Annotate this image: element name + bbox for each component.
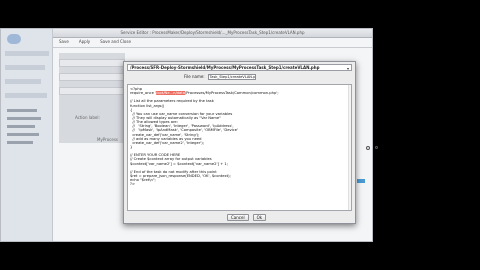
field-label: Action label: [75,115,100,120]
screen: Service Editor : ProcessMaker/Deploy/Sto… [0,0,480,270]
file-name-row: File name: Task_Step1/createVLAN.php [184,73,256,80]
file-path-text: /Process/SFR-Deploy-Stormshield/MyProces… [130,65,320,70]
app-sidebar [1,29,53,241]
toolbar-divider [53,47,372,48]
property-field[interactable] [59,73,125,81]
status-tag [357,179,365,183]
field-label: MyProcess [97,137,118,142]
save-button[interactable]: Save [59,39,69,45]
sidebar-nav-bar[interactable] [5,93,47,98]
editor-scrollbar[interactable] [348,85,351,210]
cloud-logo-icon [7,34,21,44]
file-name-input[interactable]: Task_Step1/createVLAN.php [207,73,256,80]
property-field[interactable] [59,87,125,95]
settings-gear-icon[interactable] [375,146,378,149]
sidebar-nav-bar[interactable] [5,51,49,56]
sidebar-nav-bar[interactable] [5,79,41,84]
property-field[interactable] [59,59,125,67]
save-and-close-button[interactable]: Save and Close [100,39,131,45]
code-editor[interactable]: <?php require_once '/opt/Ne...n/data/Proc… [127,84,352,211]
sidebar-tree-item[interactable] [7,117,41,120]
sidebar-tree-item[interactable] [7,109,37,112]
file-path-dropdown[interactable]: /Process/SFR-Deploy-Stormshield/MyProces… [127,64,352,71]
sidebar-nav-bar[interactable] [5,65,45,70]
highlighted-text: /opt/Ne...n/data [156,91,185,96]
editor-toolbar: Save Apply Save and Close [59,39,131,45]
ok-button[interactable]: Ok [252,214,267,221]
apply-button[interactable]: Apply [79,39,90,45]
settings-gear-icon[interactable] [366,146,370,150]
cancel-button[interactable]: Cancel [227,214,249,221]
sidebar-tree-item[interactable] [7,125,35,128]
file-editor-dialog: /Process/SFR-Deploy-Stormshield/MyProces… [123,61,356,224]
dialog-buttons: Cancel Ok [227,214,267,221]
code-line: ?> [130,182,136,187]
sidebar-tree-item[interactable] [7,133,39,136]
chevron-down-icon[interactable]: ▾ [347,66,349,70]
file-name-label: File name: [184,74,205,79]
code-lines: <?php require_once '/opt/Ne...n/data/Proc… [130,87,349,186]
service-editor-titlebar: Service Editor : ProcessMaker/Deploy/Sto… [53,29,372,38]
sidebar-tree-item[interactable] [7,141,33,144]
